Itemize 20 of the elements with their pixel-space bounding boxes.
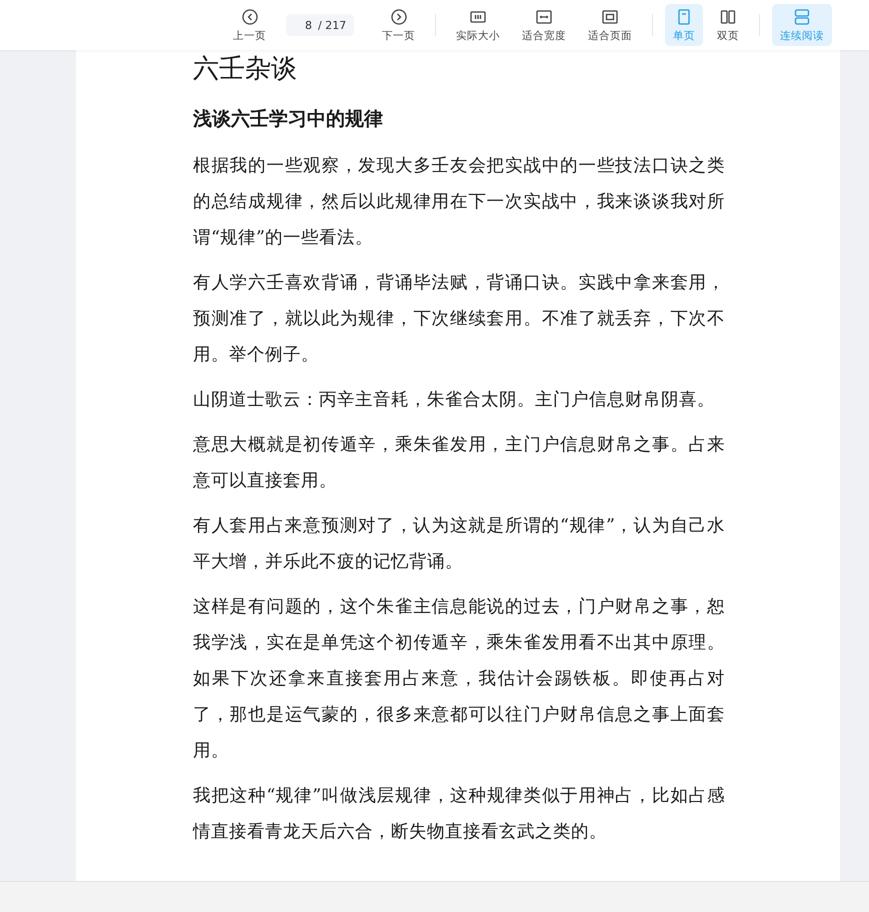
paragraph: 意思大概就是初传遁辛，乘朱雀发用，主门户信息财帛之事。占来意可以直接套用。 <box>193 434 725 493</box>
paragraph: 有人学六壬喜欢背诵，背诵毕法赋，背诵口诀。实践中拿来套用，预测准了，就以此为规律，下次继续套用。不准了就丢弃，下次不用。举个例子。 <box>193 272 725 367</box>
section-heading: 浅谈六壬学习中的规律 <box>193 107 384 132</box>
paragraph: 有人套用占来意预测对了，认为这就是所谓的“规律”，认为自己水平大增，并乐此不疲的记忆背诵。 <box>193 515 725 574</box>
page-input[interactable]: 8 <box>294 18 312 32</box>
zoom-mode-button[interactable]: 适合页面 <box>580 4 640 46</box>
page-number-field[interactable]: 8 / 217 <box>286 14 354 36</box>
view-mode-button[interactable]: 双页 <box>709 4 748 46</box>
zoom-mode-button[interactable]: 适合宽度 <box>514 4 574 46</box>
paragraph: 山阴道士歌云：丙辛主音耗，朱雀合太阴。主门户信息财帛阴喜。 <box>193 389 716 412</box>
next-page-button[interactable]: 下一页 <box>374 4 424 46</box>
document-title: 六壬杂谈 <box>193 53 298 86</box>
previous-page-button[interactable]: 上一页 <box>225 4 274 46</box>
chevron-left-circle-icon <box>240 7 260 27</box>
paragraph: 这样是有问题的，这个朱雀主信息能说的过去，门户财帛之事，恕我学浅，实在是单凭这个初传遁辛，乘朱雀发用看不出其中原理。如果下次还拿来直接套用占来意，我估计会踢铁板。即使再占对了，那也是运气蒙的，很多来意都可以往门户财帛信息之事上面套用。 <box>193 596 725 763</box>
chevron-right-circle-icon <box>388 7 409 27</box>
page-total: / 217 <box>318 18 346 32</box>
paragraph: 根据我的一些观察，发现大多壬友会把实战中的一些技法口诀之类的总结成规律，然后以此规律用在下一次实战中，我来谈谈我对所谓“规律”的一些看法。 <box>193 155 725 250</box>
paragraph: 我把这种“规律”叫做浅层规律，这种规律类似于用神占，比如占感情直接看青龙天后六合，断失物直接看玄武之类的。 <box>193 785 725 844</box>
zoom-mode-button[interactable]: 实际大小 <box>448 4 508 46</box>
